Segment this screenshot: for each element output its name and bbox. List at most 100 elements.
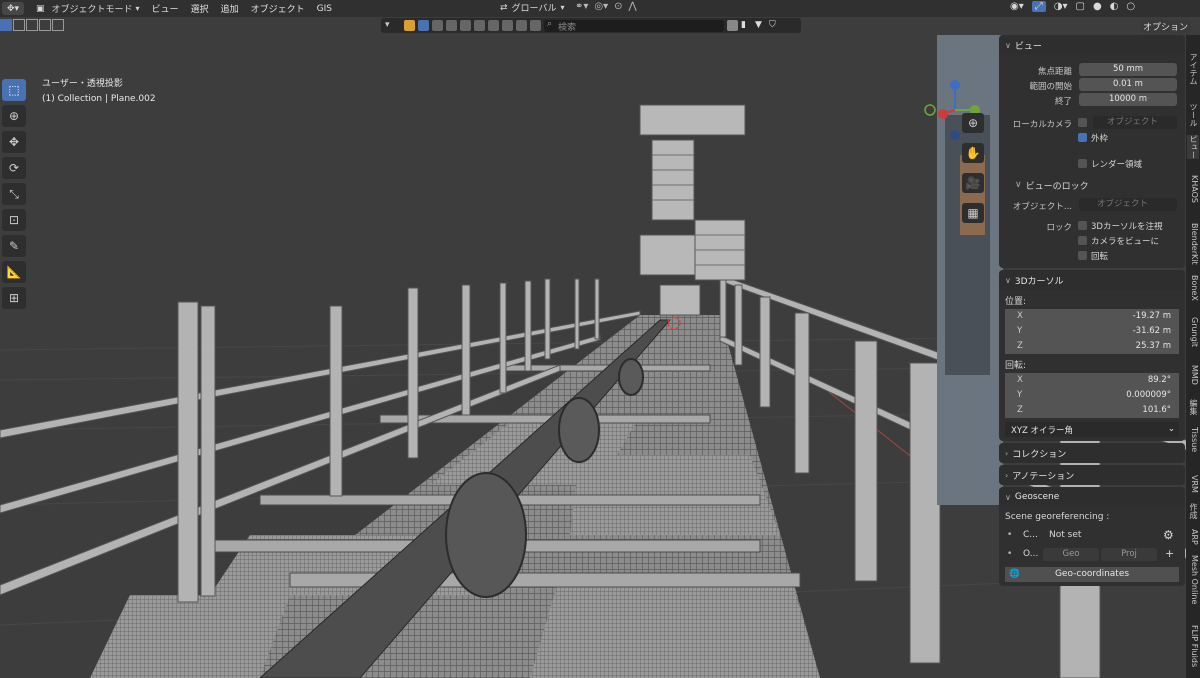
select-intersect-icon[interactable] — [52, 19, 64, 31]
scale-tool-icon[interactable]: ⤡ — [2, 183, 26, 205]
tab-edit[interactable]: 編集 — [1187, 399, 1199, 415]
falloff-icon[interactable]: ⋀ — [629, 1, 637, 12]
cursor-rz-field[interactable]: Z 101.6° — [1005, 403, 1179, 418]
shading-material-icon[interactable]: ◐ — [1110, 1, 1119, 12]
lock-rotation-checkbox[interactable] — [1078, 251, 1087, 260]
cursor-rx-field[interactable]: X 89.2° — [1005, 373, 1179, 388]
tab-bonex[interactable]: BoneX — [1187, 275, 1199, 301]
tab-create[interactable]: 作成 — [1187, 503, 1199, 519]
light-icon[interactable] — [502, 20, 513, 31]
pivot-icon[interactable]: ⚭▾ — [575, 1, 588, 12]
snap-icon[interactable]: ◎▾ — [594, 1, 608, 12]
select-tool-icon[interactable]: ⬚ — [2, 79, 26, 101]
rotate-tool-icon[interactable]: ⟳ — [2, 157, 26, 179]
grid-icon[interactable] — [530, 20, 541, 31]
select-extend-icon[interactable] — [13, 19, 25, 31]
collection-section-header[interactable]: › コレクション — [999, 443, 1185, 463]
geoscene-section-header[interactable]: ∨ Geoscene — [999, 487, 1185, 507]
cursor-tool-icon[interactable]: ⊕ — [2, 105, 26, 127]
local-camera-field[interactable]: オブジェクト — [1093, 116, 1177, 129]
proj-button[interactable]: Proj — [1101, 548, 1157, 561]
cursor-y-field[interactable]: Y -31.62 m — [1005, 324, 1179, 339]
overlay-icon[interactable]: ◑▾ — [1054, 1, 1068, 12]
cursor-z-field[interactable]: Z 25.37 m — [1005, 339, 1179, 354]
add-cube-tool-icon[interactable]: ⊞ — [2, 287, 26, 309]
cursor-ry-field[interactable]: Y 0.000009° — [1005, 388, 1179, 403]
lock-cursor-checkbox[interactable] — [1078, 221, 1087, 230]
material-icon[interactable] — [474, 20, 485, 31]
view-lock-subheader[interactable]: ∨ ビューのロック — [999, 174, 1185, 196]
tab-item[interactable]: アイテム — [1187, 53, 1199, 85]
ortho-grid-icon[interactable]: ▦ — [962, 203, 984, 223]
bookmark-icon[interactable]: ▮ — [741, 20, 752, 31]
transform-tool-icon[interactable]: ⊡ — [2, 209, 26, 231]
tab-blenderkit[interactable]: BlenderKit — [1187, 223, 1199, 265]
geo-button[interactable]: Geo — [1043, 548, 1099, 561]
view-section-header[interactable]: ∨ ビュー — [999, 35, 1185, 55]
scene-icon[interactable] — [404, 20, 415, 31]
transform-orientation[interactable]: ⇄ グローバル ▾ — [500, 1, 564, 15]
visibility-icon[interactable]: ◉▾ — [1010, 1, 1024, 12]
camera-icon[interactable] — [516, 20, 527, 31]
view-layer-icon[interactable] — [418, 20, 429, 31]
rotation-mode-dropdown[interactable]: XYZ オイラー角 ⌄ — [1005, 422, 1179, 437]
tab-grungit[interactable]: Grungit — [1187, 317, 1199, 347]
filter-icon[interactable]: ▼ — [755, 20, 766, 31]
tab-tool[interactable]: ツール — [1187, 103, 1199, 127]
select-box-icon[interactable] — [0, 19, 12, 31]
measure-tool-icon[interactable]: 📐 — [2, 261, 26, 283]
proportional-edit-icon[interactable]: ⊙ — [614, 1, 622, 12]
texture-icon[interactable] — [488, 20, 499, 31]
editor-type-button[interactable]: ✥▾ — [2, 2, 24, 15]
filter-dropdown-icon[interactable]: ▾ — [385, 20, 401, 31]
hand-pan-icon[interactable]: ✋ — [962, 143, 984, 163]
cursor-x-field[interactable]: X -19.27 m — [1005, 309, 1179, 324]
select-subtract-icon[interactable] — [26, 19, 38, 31]
mesh-icon[interactable] — [460, 20, 471, 31]
select-invert-icon[interactable] — [39, 19, 51, 31]
cursor-section-header[interactable]: ∨ 3Dカーソル — [999, 270, 1185, 290]
add-icon[interactable]: + — [1165, 547, 1174, 560]
tab-view[interactable]: ビュー — [1187, 135, 1199, 159]
menu-select[interactable]: 選択 — [191, 2, 209, 15]
object-icon[interactable] — [446, 20, 457, 31]
focal-length-field[interactable]: 50 mm — [1079, 63, 1177, 76]
shading-render-icon[interactable]: ○ — [1126, 1, 1135, 12]
camera-view-icon[interactable]: 🎥 — [962, 173, 984, 193]
zoom-icon[interactable]: ⊕ — [962, 113, 984, 133]
annotation-section-header[interactable]: › アノテーション — [999, 465, 1185, 485]
tab-flip-fluids[interactable]: FLIP Fluids — [1187, 625, 1199, 667]
clip-start-field[interactable]: 0.01 m — [1079, 78, 1177, 91]
tab-khaos[interactable]: KHAOS — [1187, 175, 1199, 203]
tab-mesh-online[interactable]: Mesh Online — [1187, 555, 1199, 604]
tab-arp[interactable]: ARP — [1187, 529, 1199, 545]
tool-shelf: ⬚ ⊕ ✥ ⟳ ⤡ ⊡ ✎ 📐 ⊞ — [2, 79, 26, 313]
border-checkbox[interactable] — [1078, 133, 1087, 142]
tab-vrm[interactable]: VRM — [1187, 475, 1199, 493]
local-camera-checkbox[interactable] — [1078, 118, 1087, 127]
options-button[interactable]: オプション — [1140, 20, 1192, 33]
clip-end-field[interactable]: 10000 m — [1079, 93, 1177, 106]
lock-object-field[interactable]: オブジェクト — [1079, 198, 1177, 211]
shading-solid-icon[interactable]: ● — [1093, 1, 1102, 12]
mode-selector[interactable]: ▣ オブジェクトモード ▾ — [32, 2, 140, 16]
shield-icon[interactable]: ⛉ — [769, 20, 780, 31]
annotate-tool-icon[interactable]: ✎ — [2, 235, 26, 257]
orientation-icon: ⇄ — [500, 2, 508, 13]
collection-icon[interactable] — [432, 20, 443, 31]
move-tool-icon[interactable]: ✥ — [2, 131, 26, 153]
gizmo-toggle-icon[interactable]: ⤢ — [1031, 1, 1046, 12]
render-region-checkbox[interactable] — [1078, 159, 1087, 168]
menu-add[interactable]: 追加 — [221, 2, 239, 15]
menu-object[interactable]: オブジェクト — [251, 2, 305, 15]
sort-icon[interactable] — [727, 20, 738, 31]
lock-camera-checkbox[interactable] — [1078, 236, 1087, 245]
tab-mmd[interactable]: MMD — [1187, 365, 1199, 385]
menu-gis[interactable]: GIS — [317, 4, 332, 14]
xray-icon[interactable]: ▢ — [1076, 1, 1085, 12]
gear-icon[interactable]: ⚙ — [1163, 528, 1174, 542]
search-input[interactable]: 検索 — [544, 19, 724, 33]
geo-coordinates-button[interactable]: 🌐 Geo-coordinates — [1005, 567, 1179, 582]
tab-tissue[interactable]: Tissue — [1187, 427, 1199, 452]
menu-view[interactable]: ビュー — [152, 2, 179, 15]
